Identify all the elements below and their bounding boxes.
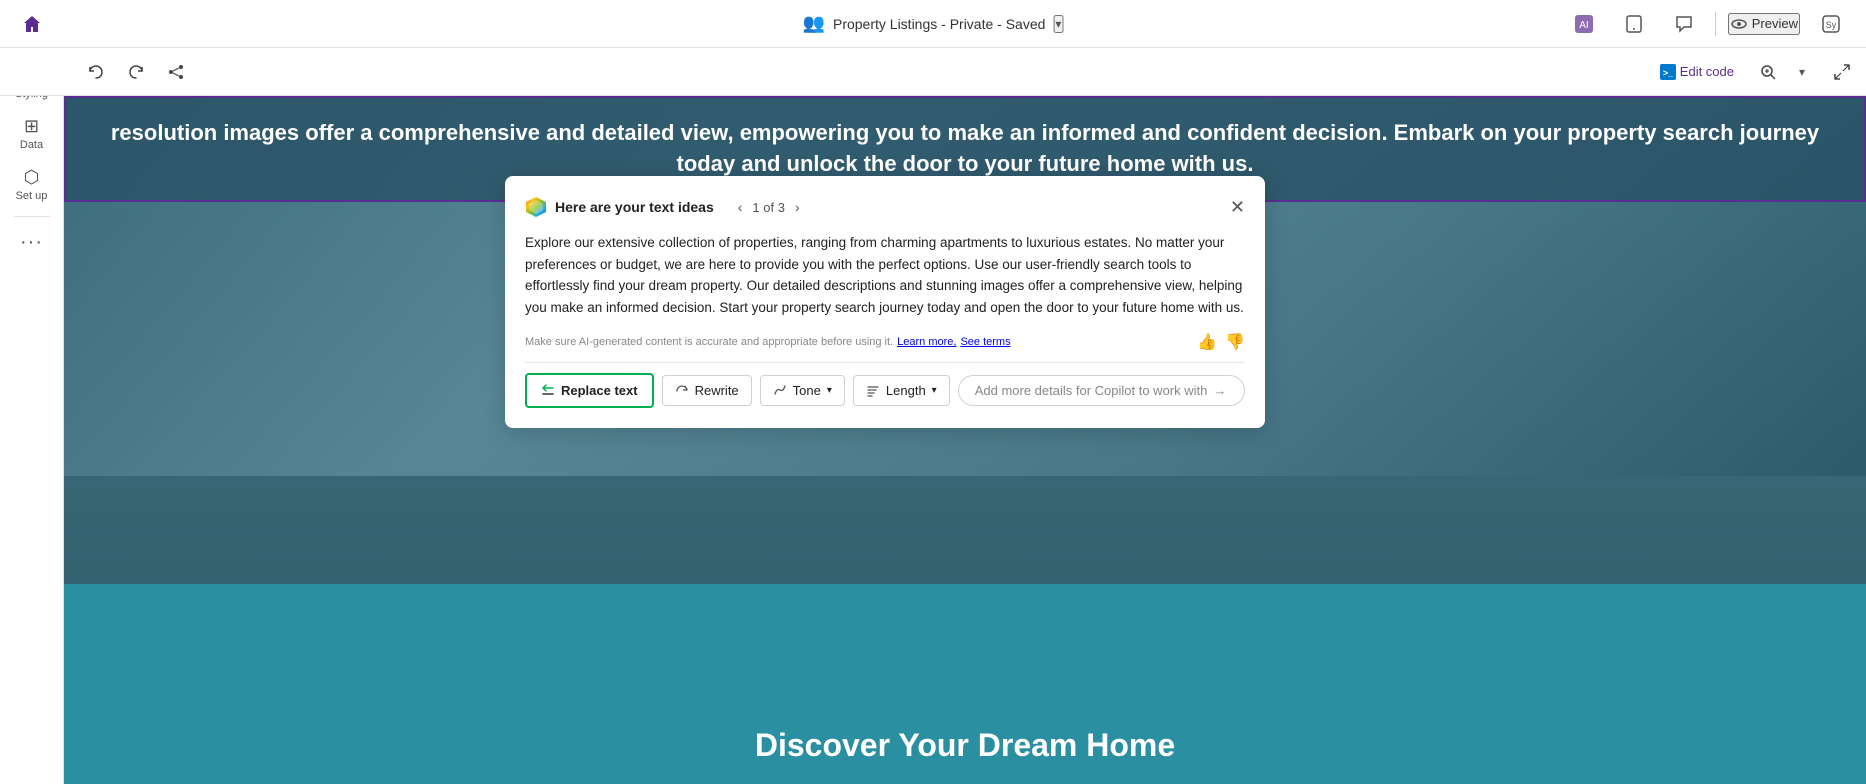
second-toolbar: >_ Edit code ▾ <box>0 48 1866 96</box>
setup-icon: ⬡ <box>24 167 40 188</box>
person-group-icon: 👥 <box>803 13 825 34</box>
svg-text:Sy: Sy <box>1826 20 1837 30</box>
rewrite-button[interactable]: Rewrite <box>662 375 752 406</box>
add-details-button[interactable]: Add more details for Copilot to work wit… <box>958 375 1245 406</box>
undo-button[interactable] <box>80 56 112 88</box>
vscode-icon: >_ <box>1660 64 1676 80</box>
copilot-logo <box>525 196 547 218</box>
top-header: 👥 Property Listings - Private - Saved ▾ … <box>0 0 1866 48</box>
copilot-button[interactable]: AI <box>1565 11 1603 37</box>
tone-dropdown-arrow: ▾ <box>827 385 832 396</box>
replace-icon <box>541 384 555 398</box>
comment-button[interactable] <box>1665 11 1703 37</box>
ai-generated-text: Explore our extensive collection of prop… <box>525 232 1245 318</box>
thumbs-up-button[interactable]: 👍 <box>1197 332 1217 352</box>
header-divider <box>1715 12 1716 36</box>
ai-popup-divider <box>525 362 1245 363</box>
tone-icon <box>773 384 787 398</box>
zoom-controls: ▾ <box>1752 56 1818 88</box>
share-button[interactable] <box>160 56 192 88</box>
ai-disclaimer-row: Make sure AI-generated content is accura… <box>525 332 1245 352</box>
pagination-current: 1 of 3 <box>752 200 785 215</box>
add-details-arrow: → <box>1213 383 1226 398</box>
ai-disclaimer-text: Make sure AI-generated content is accura… <box>525 336 1011 348</box>
home-button[interactable] <box>16 8 48 40</box>
data-icon: ⊞ <box>24 116 39 137</box>
redo-button[interactable] <box>120 56 152 88</box>
zoom-in-button[interactable] <box>1752 56 1784 88</box>
svg-text:>_: >_ <box>1663 68 1674 78</box>
comment-icon <box>1675 15 1693 33</box>
expand-icon <box>1833 63 1851 81</box>
eye-icon <box>1730 15 1748 33</box>
rewrite-icon <box>675 384 689 398</box>
sidebar-item-setup[interactable]: ⬡ Set up <box>6 161 58 208</box>
document-title: Property Listings - Private - Saved <box>833 16 1045 32</box>
edit-code-label: Edit code <box>1680 64 1734 79</box>
svg-text:AI: AI <box>1579 20 1588 31</box>
home-icon <box>22 14 42 34</box>
sidebar-item-more[interactable]: ··· <box>6 225 58 260</box>
length-dropdown-arrow: ▾ <box>932 385 937 396</box>
tablet-view-button[interactable] <box>1615 11 1653 37</box>
rewrite-label: Rewrite <box>695 383 739 398</box>
ai-popup-header: Here are your text ideas ‹ 1 of 3 › ✕ <box>525 196 1245 218</box>
toolbar-right: >_ Edit code ▾ <box>1650 56 1858 88</box>
preview-button[interactable]: Preview <box>1728 13 1800 35</box>
header-center: 👥 Property Listings - Private - Saved ▾ <box>803 13 1064 34</box>
ai-feedback-buttons: 👍 👎 <box>1197 332 1245 352</box>
hero-text: resolution images offer a comprehensive … <box>86 118 1844 180</box>
title-dropdown-button[interactable]: ▾ <box>1053 15 1063 33</box>
length-label: Length <box>886 383 926 398</box>
replace-text-label: Replace text <box>561 383 638 398</box>
zoom-icon <box>1759 63 1777 81</box>
ai-popup-actions: Replace text Rewrite Tone ▾ <box>525 373 1245 408</box>
zoom-dropdown-button[interactable]: ▾ <box>1786 56 1818 88</box>
expand-button[interactable] <box>1826 56 1858 88</box>
sidebar: 📄 Pages 🎨 Styling ⊞ Data ⬡ Set up ··· <box>0 0 64 784</box>
disclaimer-message: Make sure AI-generated content is accura… <box>525 336 893 348</box>
ai-popup-body: Explore our extensive collection of prop… <box>525 232 1245 318</box>
ai-popup: Here are your text ideas ‹ 1 of 3 › ✕ Ex… <box>505 176 1265 428</box>
discover-heading: Discover Your Dream Home <box>755 727 1175 764</box>
share-icon <box>167 63 185 81</box>
main-area: resolution images offer a comprehensive … <box>64 96 1866 784</box>
ai-popup-title: Here are your text ideas <box>555 199 714 215</box>
more-icon: ··· <box>20 231 43 254</box>
copilot-icon: AI <box>1575 15 1593 33</box>
learn-more-link[interactable]: Learn more, <box>897 336 956 348</box>
header-left <box>16 8 48 40</box>
ai-popup-header-left: Here are your text ideas ‹ 1 of 3 › <box>525 196 804 218</box>
sidebar-item-data[interactable]: ⊞ Data <box>6 110 58 157</box>
sidebar-divider <box>14 216 50 217</box>
toolbar-left <box>80 56 192 88</box>
redo-icon <box>127 63 145 81</box>
header-right: AI Preview Sy <box>1565 11 1850 37</box>
ai-pagination: ‹ 1 of 3 › <box>734 197 804 217</box>
undo-icon <box>87 63 105 81</box>
tone-button[interactable]: Tone ▾ <box>760 375 845 406</box>
add-details-label: Add more details for Copilot to work wit… <box>975 383 1208 398</box>
length-icon <box>866 384 880 398</box>
edit-code-button[interactable]: >_ Edit code <box>1650 60 1744 84</box>
length-button[interactable]: Length ▾ <box>853 375 950 406</box>
tablet-icon <box>1625 15 1643 33</box>
replace-text-button[interactable]: Replace text <box>525 373 654 408</box>
sync-icon: Sy <box>1822 15 1840 33</box>
see-terms-link[interactable]: See terms <box>960 336 1010 348</box>
pagination-prev-button[interactable]: ‹ <box>734 197 747 217</box>
thumbs-down-button[interactable]: 👎 <box>1225 332 1245 352</box>
ai-close-button[interactable]: ✕ <box>1230 197 1245 218</box>
preview-label: Preview <box>1752 16 1798 31</box>
bottom-section: Discover Your Dream Home <box>64 584 1866 784</box>
sync-button[interactable]: Sy <box>1812 11 1850 37</box>
pagination-next-button[interactable]: › <box>791 197 804 217</box>
tone-label: Tone <box>793 383 821 398</box>
